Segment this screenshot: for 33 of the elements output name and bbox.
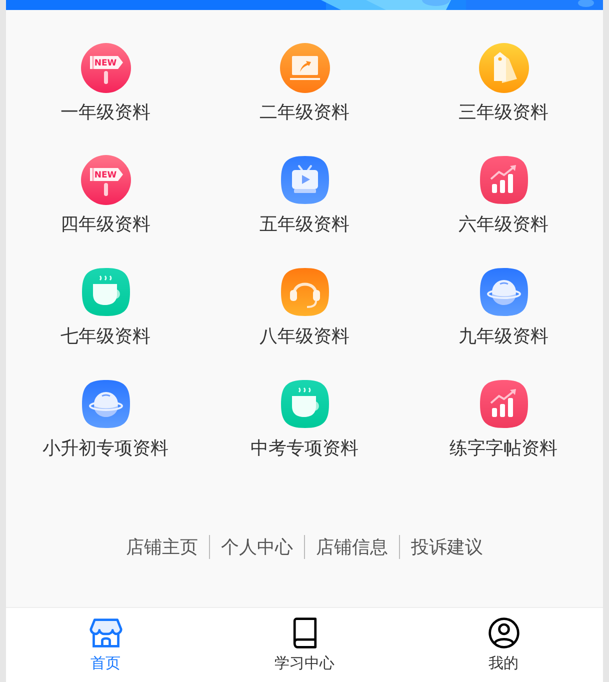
category-label[interactable]: 五年级资料 [260,215,350,235]
planet-icon[interactable] [478,267,528,317]
category-label[interactable]: 练字字帖资料 [450,439,558,459]
laptop-icon[interactable] [280,43,330,93]
tab[interactable]: 首页 [6,608,205,682]
footer-link[interactable]: 投诉建议 [400,535,494,559]
tv-icon[interactable] [280,155,330,205]
category-label[interactable]: 四年级资料 [60,215,150,235]
user-icon [486,616,520,650]
category-label[interactable]: 九年级资料 [458,327,548,347]
cup-icon[interactable] [280,379,330,429]
category-label[interactable]: 二年级资料 [260,103,350,123]
chart-icon[interactable] [478,155,528,205]
cup-icon[interactable] [80,267,130,317]
sign-icon[interactable]: NEW [80,155,130,205]
category-label[interactable]: 一年级资料 [60,103,150,123]
tab[interactable]: 我的 [404,608,603,682]
category-label[interactable]: 中考专项资料 [250,439,358,459]
sign-icon[interactable]: NEW [80,43,130,93]
category-label[interactable]: 七年级资料 [60,327,150,347]
category-label[interactable]: 八年级资料 [260,327,350,347]
category-label[interactable]: 六年级资料 [458,215,548,235]
category-label[interactable]: 小升初专项资料 [42,439,168,459]
planet-icon[interactable] [80,379,130,429]
footer-link[interactable]: 店铺信息 [305,535,399,559]
chart-icon[interactable] [478,379,528,429]
footer-link[interactable]: 个人中心 [210,535,304,559]
tag-icon[interactable] [478,43,528,93]
headset-icon[interactable] [280,267,330,317]
category-label[interactable]: 三年级资料 [458,103,548,123]
store-icon [88,616,122,650]
footer-link[interactable]: 店铺主页 [115,535,209,559]
tab[interactable]: 学习中心 [205,608,404,682]
